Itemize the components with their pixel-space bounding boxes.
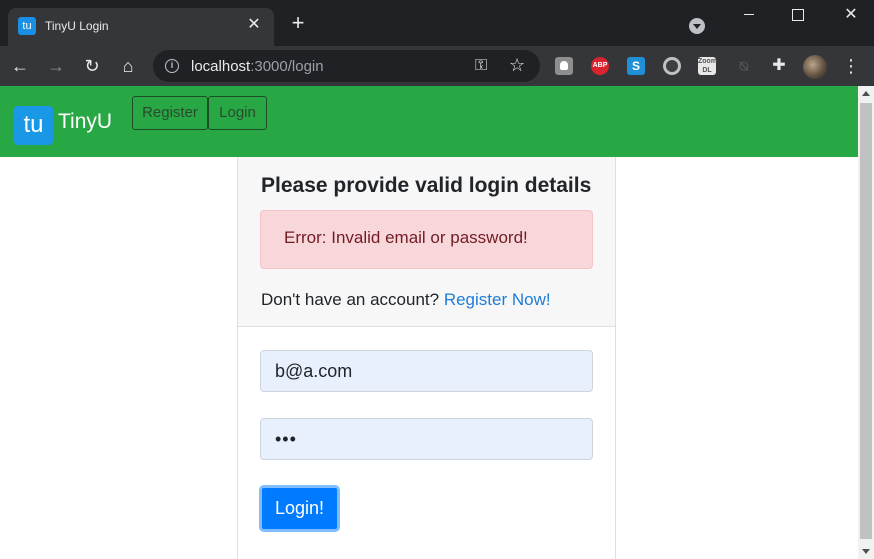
window-close-button[interactable]: ✕	[828, 0, 874, 30]
brand-name[interactable]: TinyU	[58, 110, 112, 134]
tab-search-icon[interactable]	[689, 18, 705, 34]
extensions-puzzle-icon[interactable]: ✚	[770, 57, 788, 75]
scroll-up-arrow-icon[interactable]	[862, 91, 870, 96]
profile-avatar[interactable]	[803, 55, 827, 79]
url-host: localhost	[191, 58, 251, 75]
nav-login-button[interactable]: Login	[208, 96, 267, 130]
signup-prompt: Don't have an account? Register Now!	[261, 290, 551, 310]
key-icon[interactable]: ⚿	[475, 56, 487, 76]
password-field[interactable]: •••	[260, 418, 593, 460]
tab-close-icon[interactable]: ✕	[244, 15, 264, 35]
browser-menu-icon[interactable]: ⋮	[842, 54, 860, 78]
window-maximize-button[interactable]	[774, 0, 820, 30]
zoom-label-top: Zoom	[698, 58, 718, 65]
signup-prompt-text: Don't have an account?	[261, 290, 440, 309]
tab-favicon-icon: tu	[18, 17, 36, 35]
forward-arrow-icon[interactable]: →	[44, 54, 68, 78]
home-icon[interactable]: ⌂	[116, 54, 140, 78]
brand-logo[interactable]: tu	[14, 106, 53, 145]
error-message: Error: Invalid email or password!	[284, 228, 528, 247]
new-tab-plus-icon[interactable]: +	[287, 12, 309, 34]
login-submit-button[interactable]: Login!	[259, 485, 340, 532]
browser-toolbar: ← → ↻ ⌂ i localhost:3000/login ⚿ ☆ ABP S…	[0, 46, 874, 86]
extension-circle-icon[interactable]	[663, 57, 681, 75]
register-now-link[interactable]: Register Now!	[444, 290, 551, 309]
zoom-download-icon[interactable]: Zoom DL	[698, 57, 718, 75]
url-path: :3000/login	[250, 58, 324, 75]
nav-register-button[interactable]: Register	[132, 96, 208, 130]
zoom-label-bottom: DL	[702, 67, 712, 74]
page-title: Please provide valid login details	[261, 174, 592, 197]
scrollbar-thumb[interactable]	[860, 103, 872, 539]
address-bar[interactable]: i localhost:3000/login ⚿ ☆	[153, 50, 540, 82]
site-info-icon[interactable]: i	[165, 59, 179, 73]
back-arrow-icon[interactable]: ←	[8, 54, 32, 78]
window-minimize-button[interactable]	[726, 0, 772, 30]
site-navbar: tu TinyU Register Login	[0, 86, 858, 157]
tab-title: TinyU Login	[45, 19, 109, 33]
vertical-scrollbar[interactable]	[858, 86, 874, 559]
bookmark-star-icon[interactable]: ☆	[509, 54, 525, 76]
error-alert: Error: Invalid email or password!	[260, 210, 593, 269]
browser-tab-bar: tu TinyU Login ✕ + ✕	[0, 0, 874, 46]
extension-s-icon[interactable]: S	[627, 57, 645, 75]
email-field[interactable]: b@a.com	[260, 350, 593, 392]
browser-tab[interactable]: tu TinyU Login ✕	[8, 8, 274, 46]
page-viewport: tu TinyU Register Login Please provide v…	[0, 86, 874, 559]
adblock-plus-icon[interactable]: ABP	[591, 57, 609, 75]
extension-leaf-icon[interactable]: ⍉	[735, 57, 753, 75]
url-text[interactable]: localhost:3000/login	[191, 58, 324, 75]
login-card-header: Please provide valid login details Error…	[238, 157, 615, 327]
login-card: Please provide valid login details Error…	[237, 157, 616, 559]
extension-ghost-icon[interactable]	[555, 57, 573, 75]
scroll-down-arrow-icon[interactable]	[862, 549, 870, 554]
reload-icon[interactable]: ↻	[80, 54, 104, 78]
